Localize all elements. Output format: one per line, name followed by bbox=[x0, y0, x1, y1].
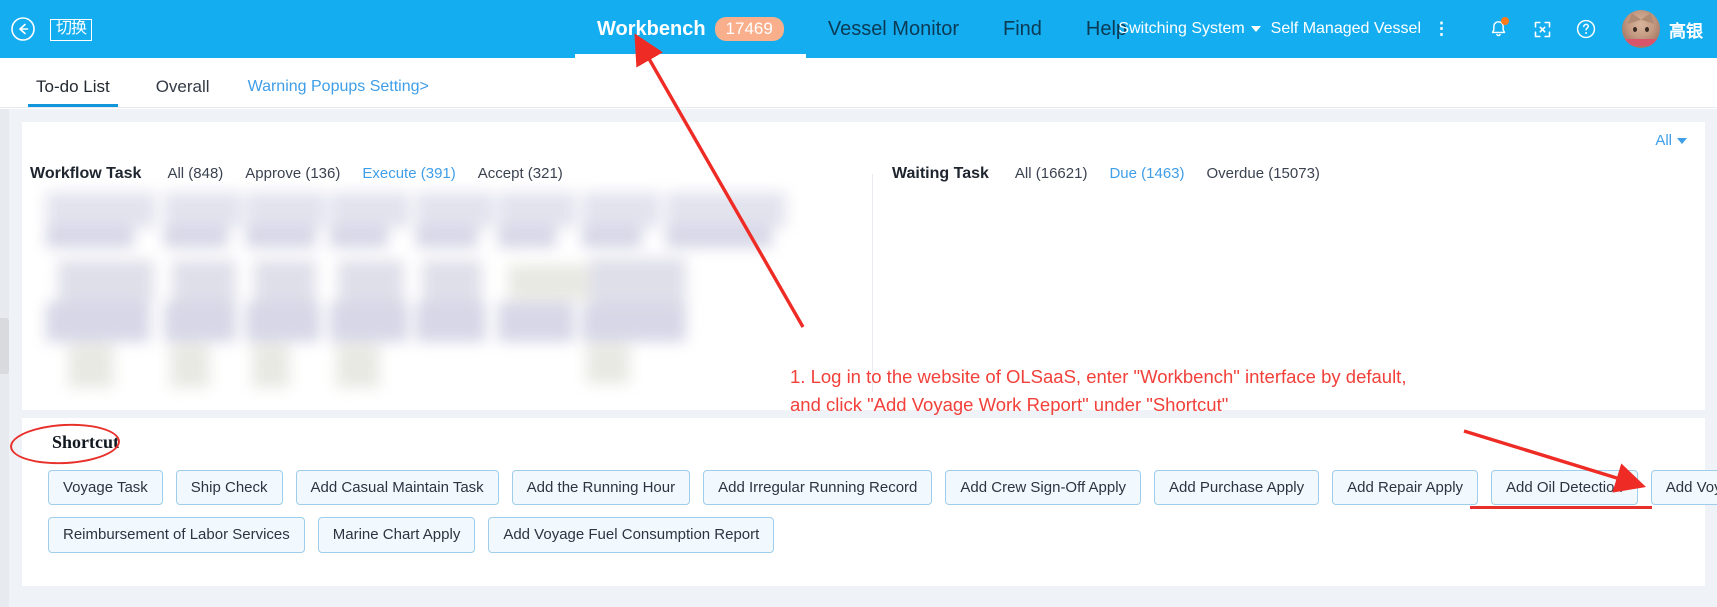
shortcut-marine-chart-apply[interactable]: Marine Chart Apply bbox=[317, 517, 476, 553]
panel-divider bbox=[872, 174, 873, 392]
nav-item-find[interactable]: Find bbox=[981, 0, 1064, 58]
workflow-filter-execute[interactable]: Execute (391) bbox=[362, 165, 455, 182]
shortcut-add-oil-detection[interactable]: Add Oil Detection bbox=[1491, 470, 1638, 506]
workflow-task-list-blurred bbox=[46, 188, 786, 398]
shortcut-row-2: Reimbursement of Labor Services Marine C… bbox=[48, 517, 1688, 553]
shortcut-add-crew-sign-off-apply[interactable]: Add Crew Sign-Off Apply bbox=[945, 470, 1142, 506]
header-right-cluster: Switching System Self Managed Vessel ⋮ 高… bbox=[1113, 0, 1703, 58]
switching-system-dropdown[interactable]: Switching System bbox=[1113, 20, 1265, 38]
workflow-task-header: Workflow Task All (848) Approve (136) Ex… bbox=[30, 165, 585, 183]
avatar-ear-left bbox=[1624, 11, 1642, 24]
shortcut-title: Shortcut bbox=[52, 432, 119, 452]
more-options-vertical-dots-icon[interactable]: ⋮ bbox=[1433, 20, 1450, 37]
avatar-collar bbox=[1622, 39, 1660, 46]
shortcut-row-1: Voyage Task Ship Check Add Casual Mainta… bbox=[48, 470, 1717, 506]
tab-overall[interactable]: Overall bbox=[148, 77, 218, 107]
nav-label-workbench: Workbench bbox=[597, 17, 706, 40]
waiting-task-title: Waiting Task bbox=[892, 165, 989, 182]
warning-popups-setting-link[interactable]: Warning Popups Setting> bbox=[248, 78, 429, 107]
workflow-filter-accept[interactable]: Accept (321) bbox=[478, 165, 563, 182]
primary-navigation: Workbench 17469 Vessel Monitor Find Help bbox=[575, 0, 1149, 58]
nav-item-vessel-monitor[interactable]: Vessel Monitor bbox=[806, 0, 981, 58]
bell-icon[interactable] bbox=[1476, 0, 1520, 58]
avatar-eye-right bbox=[1645, 27, 1649, 32]
workflow-filter-approve[interactable]: Approve (136) bbox=[245, 165, 340, 182]
waiting-filter-due[interactable]: Due (1463) bbox=[1109, 165, 1184, 182]
avatar-ear-right bbox=[1640, 11, 1658, 24]
shortcut-ship-check[interactable]: Ship Check bbox=[175, 470, 283, 506]
switch-system-chip[interactable]: 切换 bbox=[50, 18, 93, 42]
app-root: 切换 Workbench 17469 Vessel Monitor Find H… bbox=[0, 0, 1717, 607]
shortcut-button-grid: Voyage Task Ship Check Add Casual Mainta… bbox=[48, 470, 1717, 565]
workbench-count-badge: 17469 bbox=[714, 16, 784, 42]
shortcut-card: Shortcut Voyage Task Ship Check Add Casu… bbox=[22, 418, 1717, 586]
tasks-card: All Workflow Task All (848) Approve (136… bbox=[22, 122, 1705, 410]
shortcut-add-repair-apply[interactable]: Add Repair Apply bbox=[1332, 470, 1479, 506]
waiting-filter-overdue[interactable]: Overdue (15073) bbox=[1207, 165, 1320, 182]
waiting-task-header: Waiting Task All (16621) Due (1463) Over… bbox=[892, 165, 1342, 183]
shortcut-voyage-task[interactable]: Voyage Task bbox=[48, 470, 163, 506]
all-filter-label: All bbox=[1655, 132, 1672, 149]
shortcut-add-purchase-apply[interactable]: Add Purchase Apply bbox=[1154, 470, 1320, 506]
shortcut-add-casual-maintain-task[interactable]: Add Casual Maintain Task bbox=[295, 470, 499, 506]
top-header-bar: 切换 Workbench 17469 Vessel Monitor Find H… bbox=[0, 0, 1717, 58]
shortcut-add-voyage-fuel-consumption-report[interactable]: Add Voyage Fuel Consumption Report bbox=[488, 517, 775, 553]
self-managed-vessel-label: Self Managed Vessel bbox=[1270, 20, 1421, 37]
tab-to-do-list[interactable]: To-do List bbox=[28, 77, 118, 107]
fullscreen-icon[interactable] bbox=[1520, 0, 1564, 58]
self-managed-vessel-selector[interactable]: Self Managed Vessel bbox=[1266, 20, 1426, 38]
nav-item-workbench[interactable]: Workbench 17469 bbox=[575, 0, 806, 58]
switching-system-label: Switching System bbox=[1118, 20, 1245, 37]
avatar[interactable] bbox=[1622, 10, 1660, 48]
waiting-filter-all[interactable]: All (16621) bbox=[1015, 165, 1088, 182]
shortcut-add-voyage-work-report[interactable]: Add Voyage Work Report bbox=[1650, 470, 1717, 506]
workflow-task-title: Workflow Task bbox=[30, 165, 142, 182]
sidebar-expand-handle[interactable] bbox=[0, 318, 9, 374]
page-tab-strip: To-do List Overall Warning Popups Settin… bbox=[0, 58, 1717, 108]
shortcut-add-irregular-running-record[interactable]: Add Irregular Running Record bbox=[703, 470, 933, 506]
help-circle-icon[interactable] bbox=[1564, 0, 1608, 58]
shortcut-reimbursement-of-labor-services[interactable]: Reimbursement of Labor Services bbox=[48, 517, 305, 553]
chevron-down-icon bbox=[1677, 137, 1687, 144]
all-filter-dropdown[interactable]: All bbox=[1655, 132, 1687, 149]
avatar-eye-left bbox=[1633, 27, 1637, 32]
back-arrow-circle-icon[interactable] bbox=[6, 12, 40, 46]
workflow-filter-all[interactable]: All (848) bbox=[167, 165, 223, 182]
shortcut-add-the-running-hour[interactable]: Add the Running Hour bbox=[511, 470, 691, 506]
chevron-down-icon bbox=[1250, 26, 1261, 32]
notification-dot-badge bbox=[1501, 17, 1509, 25]
username-label[interactable]: 高银 bbox=[1669, 17, 1703, 42]
